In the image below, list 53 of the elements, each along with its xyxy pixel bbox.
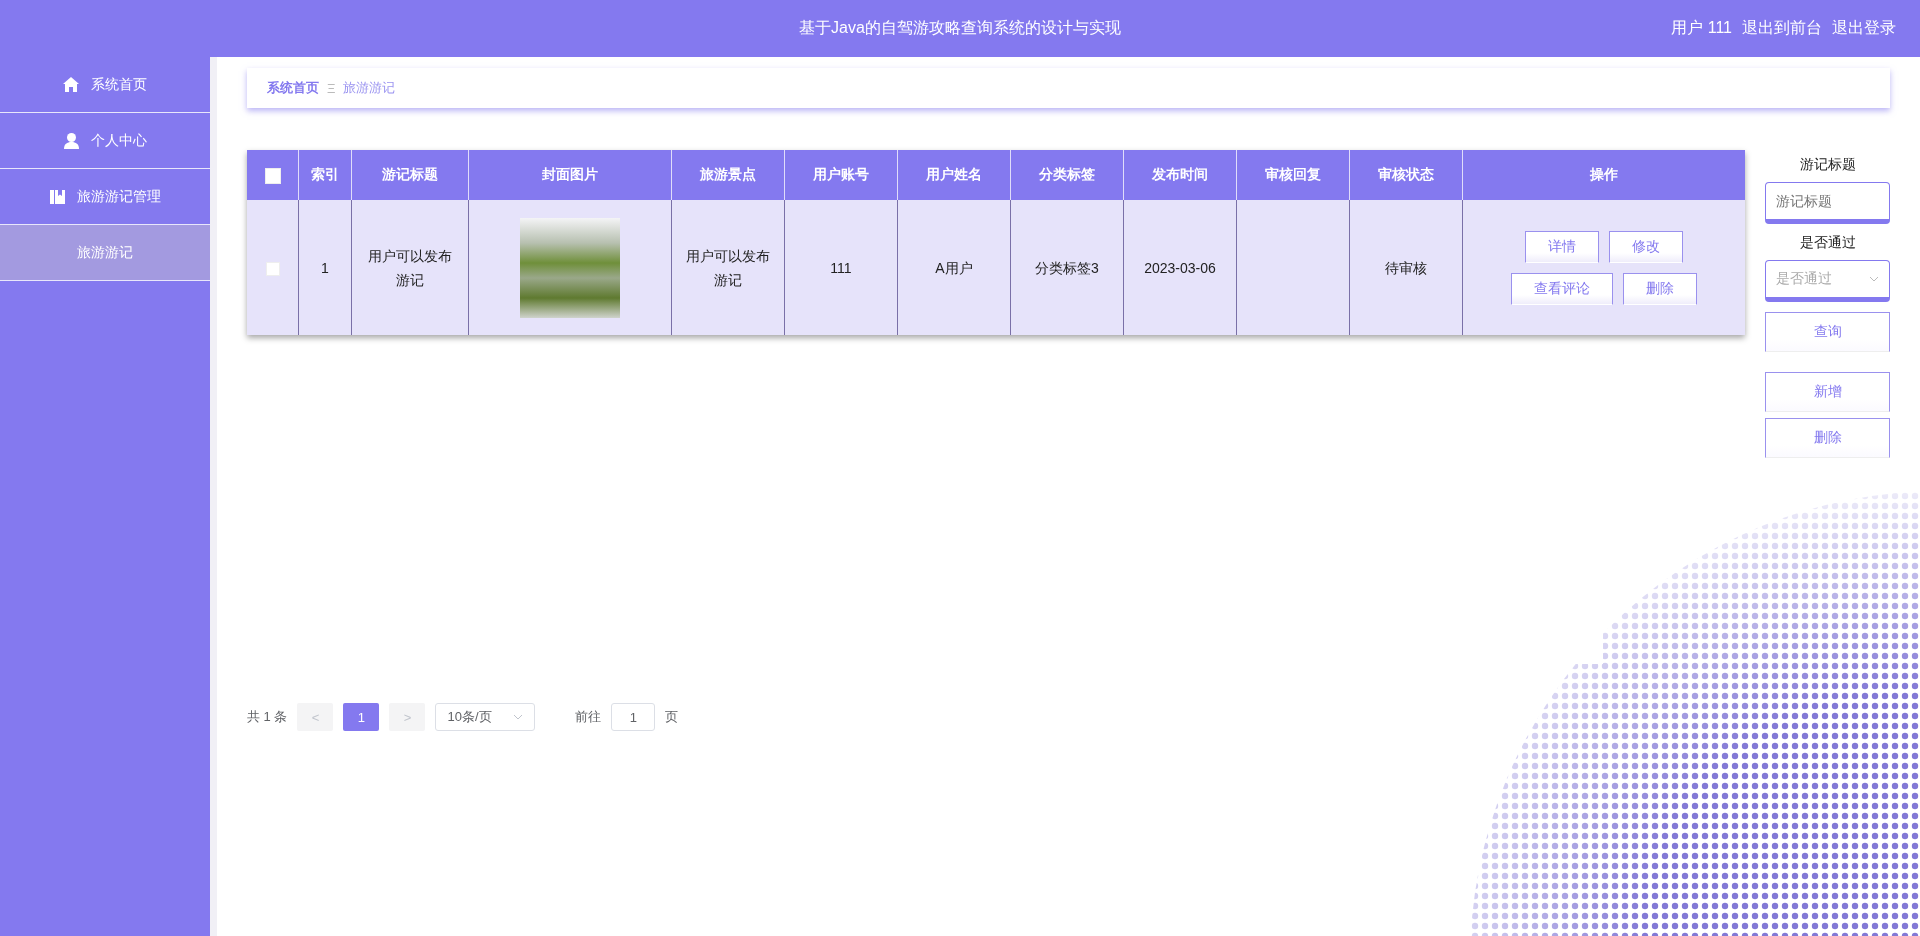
row-action-button[interactable]: 详情 <box>1525 230 1599 263</box>
table-cell-text: 待审核 <box>1385 258 1427 278</box>
column-header: 索引 <box>311 166 339 182</box>
checkbox[interactable] <box>265 261 280 276</box>
delete-button[interactable]: 删除 <box>1765 418 1890 458</box>
column-header: 操作 <box>1590 166 1618 182</box>
user-name: 用户 111 <box>1671 18 1732 38</box>
column-header: 旅游景点 <box>700 166 756 182</box>
table-cell-text: 1 <box>321 258 329 278</box>
table-cell-text: 分类标签3 <box>1035 258 1099 278</box>
header-link[interactable]: 退出到前台 <box>1742 18 1822 39</box>
row-action-button[interactable]: 查看评论 <box>1511 272 1613 305</box>
column-header: 审核状态 <box>1378 166 1434 182</box>
table-cell-text: 2023-03-06 <box>1144 258 1216 278</box>
person-icon <box>63 132 79 149</box>
chevron-down-icon <box>513 714 524 720</box>
page-unit: 页 <box>665 708 679 726</box>
column-header: 分类标签 <box>1039 166 1095 182</box>
submenu-item[interactable]: 旅游游记 <box>0 225 210 281</box>
column-header: 封面图片 <box>542 166 598 182</box>
field-label: 是否通过 <box>1799 234 1856 252</box>
column-header: 用户账号 <box>813 166 869 182</box>
page-button[interactable]: 1 <box>343 703 380 731</box>
app-title: 基于Java的自驾游攻略查询系统的设计与实现 <box>799 19 1121 36</box>
breadcrumb-link[interactable]: 系统首页 <box>267 79 319 97</box>
search-field[interactable]: 游记标题 <box>1765 182 1890 224</box>
column-header: 发布时间 <box>1152 166 1208 182</box>
add-button[interactable]: 新增 <box>1765 372 1890 412</box>
column-header: 用户姓名 <box>926 166 982 182</box>
breadcrumb-current: 旅游游记 <box>343 79 396 97</box>
column-header: 审核回复 <box>1265 166 1321 182</box>
menu-item[interactable]: 个人中心 <box>0 113 210 169</box>
field-label: 游记标题 <box>1799 156 1856 174</box>
page-input[interactable]: 1 <box>611 703 656 731</box>
table-cell-text: 111 <box>830 258 852 278</box>
total-count: 共 1 条 <box>247 708 288 726</box>
search-button[interactable]: 查询 <box>1765 312 1890 352</box>
breadcrumb-separator: Ξ <box>327 80 336 96</box>
row-action-button[interactable]: 删除 <box>1623 272 1697 305</box>
table-cell-text: 用户可以发布游记 <box>367 246 453 290</box>
checkbox[interactable] <box>264 167 281 184</box>
column-header: 游记标题 <box>382 166 438 182</box>
book-icon <box>49 189 65 204</box>
table-cell-text: A用户 <box>935 258 973 278</box>
menu-item[interactable]: 系统首页 <box>0 57 210 113</box>
page-size-select[interactable]: 10条/页 <box>435 703 536 731</box>
chevron-down-icon <box>1869 276 1879 282</box>
table-cell-text: 用户可以发布游记 <box>685 246 771 290</box>
goto-label: 前往 <box>575 708 602 726</box>
select-field[interactable]: 是否通过 <box>1765 260 1890 302</box>
row-action-button[interactable]: 修改 <box>1609 230 1683 263</box>
home-icon <box>63 77 79 92</box>
header-link[interactable]: 退出登录 <box>1832 18 1896 39</box>
